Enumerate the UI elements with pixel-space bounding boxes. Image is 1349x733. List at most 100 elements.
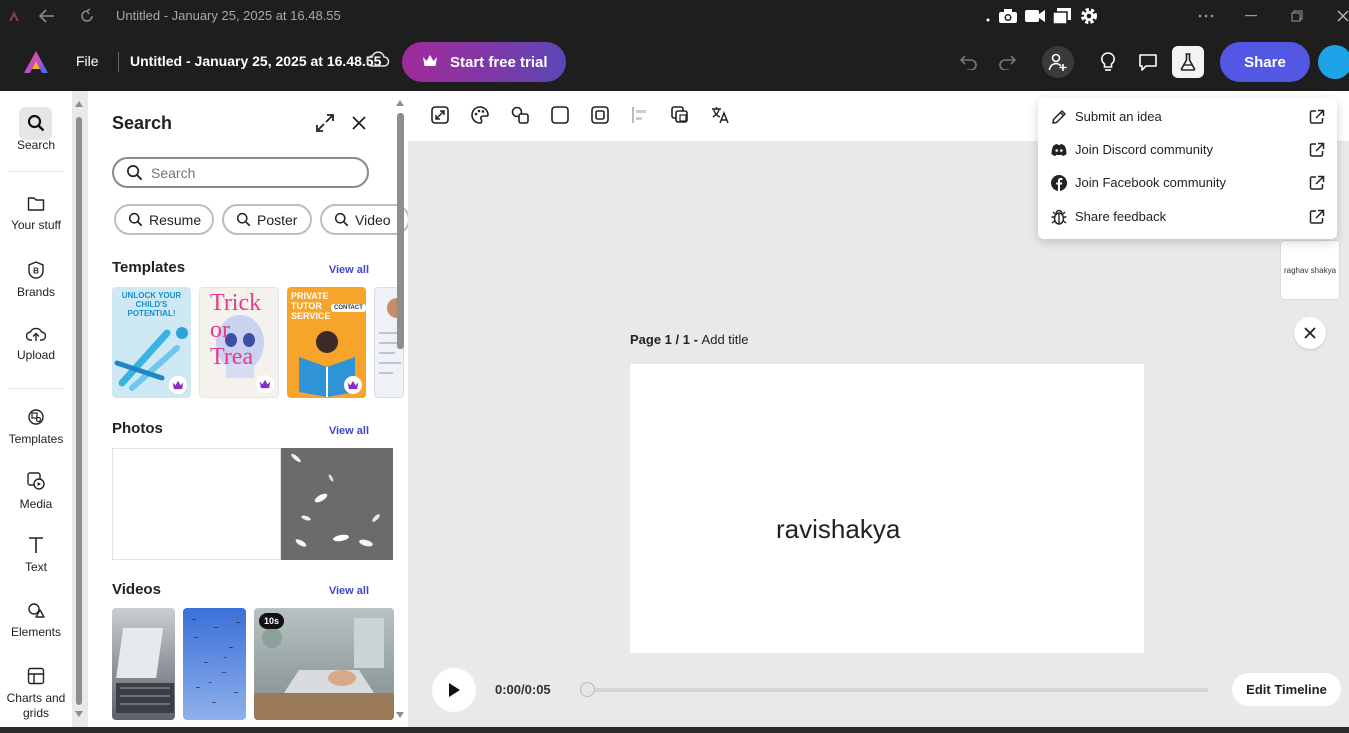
rail-item-label: Your stuff xyxy=(10,218,62,232)
rail-item-media[interactable]: Media xyxy=(0,471,72,511)
rail-item-templates[interactable]: Templates xyxy=(0,408,72,446)
menu-item-share-feedback[interactable]: Share feedback xyxy=(1038,200,1337,233)
upload-icon xyxy=(0,326,72,342)
lightbulb-icon[interactable] xyxy=(1094,48,1122,76)
photos-view-all-link[interactable]: View all xyxy=(329,425,369,437)
rail-divider xyxy=(8,171,64,172)
external-link-icon xyxy=(1308,174,1326,195)
rail-item-charts-and-grids[interactable]: Charts and grids xyxy=(0,667,72,721)
rail-item-label: Text xyxy=(24,560,47,574)
videos-heading: Videos xyxy=(112,581,161,598)
search-icon xyxy=(334,212,349,227)
timeline-track[interactable] xyxy=(588,688,1208,692)
user-avatar[interactable] xyxy=(1318,45,1349,79)
app-header: File Untitled - January 25, 2025 at 16.4… xyxy=(0,32,1349,91)
invite-people-button[interactable] xyxy=(1042,46,1074,78)
video-card[interactable] xyxy=(183,608,246,720)
close-side-panel-button[interactable] xyxy=(1294,317,1326,349)
menu-item-discord[interactable]: Join Discord community xyxy=(1038,133,1337,166)
video-camera-icon[interactable] xyxy=(1023,0,1047,32)
text-icon xyxy=(0,536,72,554)
start-free-trial-button[interactable]: Start free trial xyxy=(402,42,566,82)
menu-item-submit-idea[interactable]: Submit an idea xyxy=(1038,100,1337,133)
background-square-icon[interactable] xyxy=(550,105,570,130)
close-window-icon[interactable] xyxy=(1333,0,1349,32)
rail-scroll-thumb[interactable] xyxy=(76,117,82,705)
panel-scroll-thumb[interactable] xyxy=(397,113,404,349)
search-panel: Search Resume Poster Video Templates Vie… xyxy=(88,91,408,733)
rail-item-elements[interactable]: Elements xyxy=(0,601,72,639)
rail-item-upload[interactable]: Upload xyxy=(0,326,72,362)
close-panel-icon[interactable] xyxy=(351,115,367,136)
photo-card[interactable] xyxy=(281,448,393,560)
camera-icon[interactable] xyxy=(996,0,1020,32)
chip-resume[interactable]: Resume xyxy=(114,204,214,235)
chip-video[interactable]: Video xyxy=(320,204,408,235)
header-divider xyxy=(118,52,119,72)
chip-label: Resume xyxy=(149,211,202,228)
redo-icon[interactable] xyxy=(994,48,1022,76)
menu-item-facebook[interactable]: Join Facebook community xyxy=(1038,166,1337,199)
theme-palette-icon[interactable] xyxy=(470,105,490,130)
templates-view-all-link[interactable]: View all xyxy=(329,264,369,276)
file-menu[interactable]: File xyxy=(76,32,99,91)
refresh-icon[interactable] xyxy=(76,0,98,32)
share-button[interactable]: Share xyxy=(1220,42,1310,82)
rail-divider xyxy=(8,388,64,389)
rail-item-brands[interactable]: B Brands xyxy=(0,261,72,299)
template-card[interactable]: UNLOCK YOUR CHILD'S POTENTIAL! xyxy=(112,287,191,398)
photo-card[interactable] xyxy=(112,448,281,560)
template-card-subtext: CONTACT xyxy=(331,304,366,312)
minimize-icon[interactable] xyxy=(1241,0,1261,32)
layers-icon[interactable] xyxy=(670,105,690,130)
videos-view-all-link[interactable]: View all xyxy=(329,585,369,597)
document-title[interactable]: Untitled - January 25, 2025 at 16.48.55 xyxy=(130,32,381,91)
side-page-thumbnail[interactable]: raghav shakya xyxy=(1280,240,1340,300)
page-text-element[interactable]: ravishakya xyxy=(776,514,900,545)
template-card-text: Trick or Trea xyxy=(210,290,262,370)
edit-timeline-button[interactable]: Edit Timeline xyxy=(1232,673,1341,706)
search-input[interactable] xyxy=(151,164,351,181)
restore-icon[interactable] xyxy=(1287,0,1307,32)
more-dots-icon[interactable] xyxy=(1196,0,1216,32)
labs-flask-button[interactable] xyxy=(1172,46,1204,78)
frame-icon[interactable] xyxy=(590,105,610,130)
timeline-scrubber[interactable] xyxy=(580,682,595,697)
rail-item-label: Search xyxy=(16,138,56,152)
rail-scrollbar[interactable] xyxy=(75,97,83,717)
back-arrow-icon[interactable] xyxy=(36,0,58,32)
template-card[interactable]: PRIVATE TUTOR SERVICE CONTACT xyxy=(287,287,366,398)
windows-icon[interactable] xyxy=(1050,0,1074,32)
design-page[interactable] xyxy=(630,364,1144,653)
cloud-sync-icon[interactable] xyxy=(366,50,390,73)
video-card[interactable] xyxy=(112,608,175,720)
search-icon xyxy=(0,114,72,132)
rail-item-search[interactable]: Search xyxy=(0,114,72,152)
rail-item-label: Elements xyxy=(10,625,62,639)
rail-item-text[interactable]: Text xyxy=(0,536,72,574)
facebook-icon xyxy=(1050,174,1068,195)
panel-scrollbar[interactable] xyxy=(396,97,406,719)
template-card[interactable]: Trick or Trea xyxy=(199,287,279,398)
labs-dropdown-menu: Submit an idea Join Discord community Jo… xyxy=(1038,98,1337,239)
adobe-express-logo-icon[interactable] xyxy=(22,48,50,76)
search-input-wrapper[interactable] xyxy=(112,157,369,188)
video-card[interactable]: 10s xyxy=(254,608,394,720)
left-rail: Search Your stuff B Brands Upload Templa… xyxy=(0,91,72,733)
add-title-link[interactable]: Add title xyxy=(702,332,749,347)
rail-item-your-stuff[interactable]: Your stuff xyxy=(0,196,72,232)
template-card-text: UNLOCK YOUR CHILD'S POTENTIAL! xyxy=(121,291,182,318)
play-button[interactable] xyxy=(432,668,476,712)
undo-icon[interactable] xyxy=(954,48,982,76)
shapes-icon[interactable] xyxy=(510,105,530,130)
comment-icon[interactable] xyxy=(1134,48,1162,76)
window-title-bar: Untitled - January 25, 2025 at 16.48.55 xyxy=(0,0,1349,32)
settings-gear-icon[interactable] xyxy=(1077,0,1101,32)
chip-poster[interactable]: Poster xyxy=(222,204,312,235)
translate-icon[interactable] xyxy=(710,105,730,130)
play-icon xyxy=(449,683,460,697)
menu-item-label: Share feedback xyxy=(1075,209,1167,224)
folder-icon xyxy=(0,196,72,212)
resize-icon[interactable] xyxy=(430,105,450,130)
expand-icon[interactable] xyxy=(315,113,335,138)
